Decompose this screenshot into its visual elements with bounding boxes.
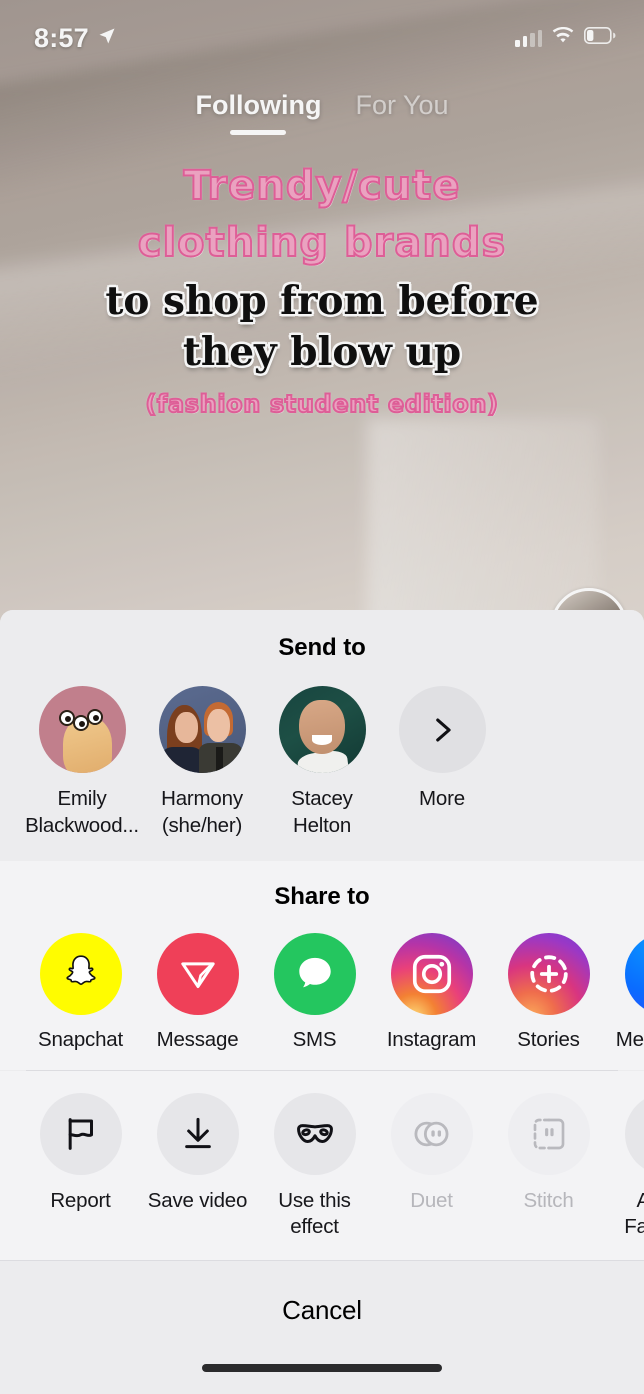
instagram-icon[interactable]: [390, 933, 473, 1016]
share-to-section: Share to Snapchat Message SMS Instagram …: [0, 861, 644, 1071]
app-label: Stories: [517, 1028, 580, 1052]
share-app-message[interactable]: Message: [139, 933, 256, 1052]
action-label: Stitch: [523, 1189, 574, 1213]
action-label: Report: [50, 1189, 111, 1213]
person-body: [161, 746, 202, 773]
app-label: Message: [156, 1028, 239, 1052]
mask-icon[interactable]: [273, 1093, 356, 1176]
contact-name: Harmony (she/her): [161, 787, 243, 837]
action-stitch: Stitch: [490, 1093, 607, 1239]
download-icon[interactable]: [156, 1093, 239, 1176]
action-save-video[interactable]: Save video: [139, 1093, 256, 1239]
action-add-to-favorites[interactable]: Add to Favorites: [607, 1093, 644, 1239]
chevron-right-icon[interactable]: [398, 686, 486, 773]
share-app-instagram[interactable]: Instagram: [373, 933, 490, 1052]
app-label: Instagram: [386, 1028, 477, 1052]
send-to-title: Send to: [278, 634, 366, 661]
stacey-avatar[interactable]: [278, 686, 366, 773]
duet-icon: [390, 1093, 473, 1176]
messenger-icon[interactable]: [624, 933, 644, 1016]
share-app-messenger[interactable]: Messenger: [607, 933, 644, 1052]
action-row[interactable]: Report Save video Use this effect Duet S…: [0, 1093, 644, 1239]
send-to-row[interactable]: Emily Blackwood... Harmony (she/her) Sta…: [0, 686, 644, 839]
phone-screen: 8:57 Following For You Trendy/cute cloth…: [0, 0, 644, 1394]
contact-emily[interactable]: Emily Blackwood...: [22, 686, 142, 839]
action-label: Add to Favorites: [624, 1189, 644, 1238]
person-face: [207, 708, 230, 742]
emily-avatar[interactable]: [38, 686, 126, 773]
action-label: Use this effect: [278, 1189, 351, 1238]
action-use-this-effect[interactable]: Use this effect: [256, 1093, 373, 1239]
send-to-section: Send to Emily Blackwood... Harmony (she/…: [0, 610, 644, 862]
app-label: SMS: [292, 1028, 337, 1052]
share-to-title: Share to: [274, 883, 370, 911]
harmony-avatar[interactable]: [158, 686, 246, 773]
more-label: More: [419, 787, 465, 810]
person-face: [175, 712, 198, 744]
home-indicator[interactable]: [202, 1364, 442, 1372]
share-to-row[interactable]: Snapchat Message SMS Instagram Stories M…: [0, 933, 644, 1052]
action-label: Duet: [410, 1189, 453, 1213]
share-app-stories[interactable]: Stories: [490, 933, 607, 1052]
cancel-button[interactable]: Cancel: [282, 1261, 362, 1326]
app-label: Messenger: [615, 1028, 644, 1052]
contact-name: Stacey Helton: [291, 787, 353, 837]
instagram-stories-icon[interactable]: [507, 933, 590, 1016]
app-label: Snapchat: [37, 1028, 124, 1052]
share-app-snapchat[interactable]: Snapchat: [22, 933, 139, 1052]
action-label: Save video: [147, 1189, 248, 1213]
action-report[interactable]: Report: [22, 1093, 139, 1239]
flag-icon[interactable]: [39, 1093, 122, 1176]
contact-stacey[interactable]: Stacey Helton: [262, 686, 382, 839]
tiktok-message-icon[interactable]: [156, 933, 239, 1016]
person-face: [299, 699, 345, 754]
more-contacts-button[interactable]: More: [382, 686, 502, 839]
snapchat-icon[interactable]: [39, 933, 122, 1016]
sms-icon[interactable]: [273, 933, 356, 1016]
creature-eye: [87, 708, 104, 725]
share-app-sms[interactable]: SMS: [256, 933, 373, 1052]
action-duet: Duet: [373, 1093, 490, 1239]
action-section: Report Save video Use this effect Duet S…: [0, 1071, 644, 1260]
stitch-icon: [507, 1093, 590, 1176]
share-sheet: Send to Emily Blackwood... Harmony (she/…: [0, 610, 644, 1394]
contact-name: Emily Blackwood...: [25, 787, 139, 837]
person-tie: [215, 746, 223, 773]
contact-harmony[interactable]: Harmony (she/her): [142, 686, 262, 839]
cancel-area: Cancel: [0, 1260, 644, 1394]
bookmark-icon[interactable]: [624, 1093, 644, 1176]
